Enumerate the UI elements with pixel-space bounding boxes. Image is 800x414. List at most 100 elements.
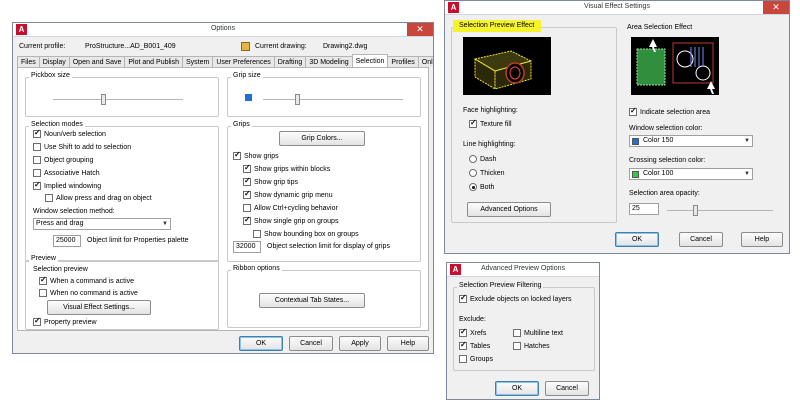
when-no-command-checkbox[interactable]: When no command is active: [39, 288, 138, 298]
chevron-down-icon[interactable]: ▼: [160, 219, 170, 229]
opacity-slider[interactable]: [667, 205, 773, 216]
help-button[interactable]: Help: [741, 232, 783, 247]
checkbox-box[interactable]: [33, 180, 41, 190]
checkbox-box[interactable]: [233, 150, 241, 160]
grip-limit-input[interactable]: 32000: [233, 241, 261, 253]
chevron-down-icon[interactable]: ▼: [742, 136, 752, 146]
checkbox-box[interactable]: [459, 327, 467, 337]
object-grouping-label: Object grouping: [44, 156, 94, 164]
checkbox-box[interactable]: [33, 128, 41, 138]
indicate-area-label: Indicate selection area: [640, 108, 711, 116]
chevron-down-icon[interactable]: ▼: [742, 169, 752, 179]
opacity-input[interactable]: 25: [629, 203, 659, 215]
cancel-button[interactable]: Cancel: [289, 336, 333, 351]
exclude-locked-checkbox[interactable]: Exclude objects on locked layers: [459, 293, 572, 304]
pickbox-label: Pickbox size: [29, 72, 72, 79]
multiline-text-checkbox[interactable]: Multiline text: [513, 328, 563, 338]
noun-verb-checkbox[interactable]: Noun/verb selection: [33, 128, 106, 139]
grip-colors-button[interactable]: Grip Colors...: [279, 131, 365, 146]
close-icon[interactable]: ✕: [407, 23, 433, 36]
assoc-hatch-checkbox[interactable]: Associative Hatch: [33, 168, 100, 178]
checkbox-box[interactable]: [459, 340, 467, 350]
groups-label: Groups: [470, 355, 493, 363]
checkbox-box[interactable]: [243, 163, 251, 173]
cancel-button[interactable]: Cancel: [545, 381, 589, 396]
checkbox-box[interactable]: [513, 342, 521, 350]
when-active-checkbox[interactable]: When a command is active: [39, 275, 134, 286]
grip-tips-checkbox[interactable]: Show grip tips: [243, 176, 298, 187]
checkbox-box[interactable]: [459, 293, 467, 303]
single-grip-groups-checkbox[interactable]: Show single grip on groups: [243, 215, 338, 226]
grip-size-slider[interactable]: [263, 94, 403, 105]
tab-online[interactable]: Online: [417, 56, 433, 67]
checkbox-box[interactable]: [33, 169, 41, 177]
when-no-command-label: When no command is active: [50, 289, 138, 297]
window-color-select[interactable]: Color 150 ▼: [629, 135, 753, 147]
checkbox-box[interactable]: [243, 176, 251, 186]
radio-circle[interactable]: [469, 155, 477, 163]
checkbox-box[interactable]: [253, 230, 261, 238]
checkbox-box[interactable]: [45, 194, 53, 202]
checkbox-box[interactable]: [39, 289, 47, 297]
cancel-button[interactable]: Cancel: [679, 232, 723, 247]
checkbox-box[interactable]: [243, 204, 251, 212]
bbox-groups-checkbox[interactable]: Show bounding box on groups: [253, 229, 359, 239]
window-method-select[interactable]: Press and drag ▼: [33, 218, 171, 230]
thicken-radio[interactable]: Thicken: [469, 168, 505, 178]
contextual-tab-states-button[interactable]: Contextual Tab States...: [259, 293, 365, 308]
tab-user-preferences[interactable]: User Preferences: [212, 56, 275, 67]
help-button[interactable]: Help: [387, 336, 429, 351]
groups-checkbox[interactable]: Groups: [459, 354, 493, 364]
checkbox-box[interactable]: [39, 275, 47, 285]
object-grouping-checkbox[interactable]: Object grouping: [33, 155, 93, 165]
checkbox-box[interactable]: [459, 355, 467, 363]
pickbox-slider[interactable]: [53, 94, 183, 105]
property-preview-checkbox[interactable]: Property preview: [33, 316, 97, 327]
tab-3d-modeling[interactable]: 3D Modeling: [305, 56, 353, 67]
ok-button[interactable]: OK: [495, 381, 539, 396]
checkbox-box[interactable]: [33, 156, 41, 164]
checkbox-box[interactable]: [469, 118, 477, 128]
ok-button[interactable]: OK: [239, 336, 283, 351]
visual-effect-settings-button[interactable]: Visual Effect Settings...: [47, 300, 151, 315]
tab-system[interactable]: System: [181, 56, 214, 67]
ctrl-cycling-checkbox[interactable]: Allow Ctrl+cycling behavior: [243, 203, 338, 213]
xrefs-checkbox[interactable]: Xrefs: [459, 327, 486, 338]
opacity-slider-thumb[interactable]: [693, 205, 698, 216]
tab-selection[interactable]: Selection: [351, 54, 389, 67]
dynamic-grip-menu-checkbox[interactable]: Show dynamic grip menu: [243, 189, 333, 200]
tab-profiles[interactable]: Profiles: [387, 56, 419, 67]
checkbox-box[interactable]: [629, 106, 637, 116]
dash-radio[interactable]: Dash: [469, 154, 496, 164]
crossing-color-select[interactable]: Color 100 ▼: [629, 168, 753, 180]
grips-within-blocks-checkbox[interactable]: Show grips within blocks: [243, 163, 330, 174]
tab-display[interactable]: Display: [38, 56, 70, 67]
tab-files[interactable]: Files: [17, 56, 40, 67]
allow-press-drag-checkbox[interactable]: Allow press and drag on object: [45, 193, 152, 203]
tab-open-and-save[interactable]: Open and Save: [68, 56, 126, 67]
both-radio[interactable]: Both: [469, 182, 494, 192]
object-limit-input[interactable]: 25000: [53, 235, 81, 247]
tab-drafting[interactable]: Drafting: [273, 56, 307, 67]
radio-circle[interactable]: [469, 169, 477, 177]
show-grips-checkbox[interactable]: Show grips: [233, 150, 279, 161]
tables-checkbox[interactable]: Tables: [459, 340, 490, 351]
texture-fill-checkbox[interactable]: Texture fill: [469, 118, 512, 129]
checkbox-box[interactable]: [243, 189, 251, 199]
checkbox-box[interactable]: [243, 215, 251, 225]
pickbox-slider-thumb[interactable]: [101, 94, 106, 105]
advanced-options-button[interactable]: Advanced Options: [467, 202, 551, 217]
grip-size-slider-thumb[interactable]: [295, 94, 300, 105]
apply-button[interactable]: Apply: [339, 336, 381, 351]
radio-circle[interactable]: [469, 183, 477, 191]
close-icon[interactable]: ✕: [763, 1, 789, 14]
hatches-checkbox[interactable]: Hatches: [513, 341, 550, 351]
use-shift-checkbox[interactable]: Use Shift to add to selection: [33, 142, 131, 152]
implied-windowing-checkbox[interactable]: Implied windowing: [33, 180, 101, 191]
ok-button[interactable]: OK: [615, 232, 659, 247]
checkbox-box[interactable]: [33, 316, 41, 326]
checkbox-box[interactable]: [33, 143, 41, 151]
indicate-area-checkbox[interactable]: Indicate selection area: [629, 106, 711, 117]
checkbox-box[interactable]: [513, 329, 521, 337]
tab-plot-and-publish[interactable]: Plot and Publish: [124, 56, 183, 67]
